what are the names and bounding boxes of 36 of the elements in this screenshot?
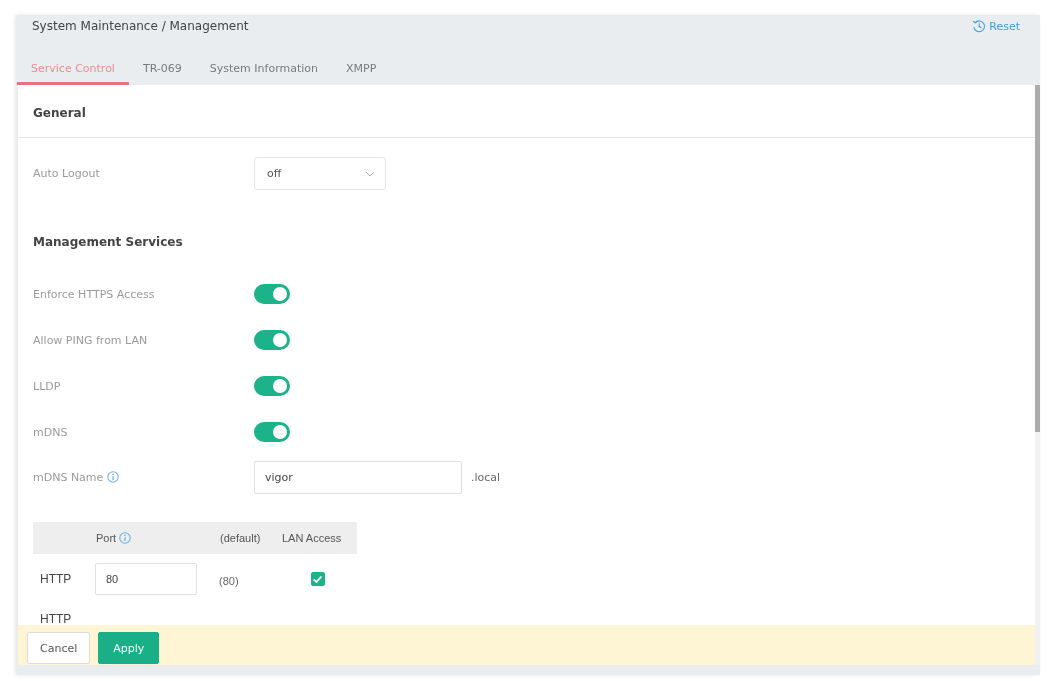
chevron-down-icon — [365, 170, 375, 177]
field-label: Allow PING from LAN — [33, 333, 148, 347]
checkmark-icon — [313, 575, 322, 583]
port-input[interactable]: 80 — [95, 563, 197, 595]
section-heading: General — [33, 106, 86, 120]
column-header: LAN Access — [282, 532, 342, 544]
scrollbar[interactable] — [1035, 85, 1040, 665]
field-label: mDNS — [33, 425, 68, 439]
auto-logout-select[interactable]: off — [254, 157, 386, 190]
section-heading: Management Services — [33, 235, 183, 249]
cancel-button[interactable]: Cancel — [27, 632, 91, 664]
toggle-switch[interactable] — [254, 422, 290, 442]
page-title: System Maintenance / Management — [32, 19, 249, 33]
toggle-switch[interactable] — [254, 284, 290, 304]
table-cell-text: HTTP — [39, 572, 73, 586]
tab[interactable]: TR-069 — [128, 55, 196, 85]
field-label: Auto Logout — [33, 167, 100, 180]
table-cell-text: HTTP — [39, 612, 73, 625]
toggle-switch[interactable] — [254, 376, 290, 396]
field-label: Enforce HTTPS Access — [33, 287, 155, 301]
field-suffix: .local — [471, 470, 501, 484]
table-cell-text: (80) — [218, 574, 239, 587]
info-icon[interactable] — [107, 471, 120, 483]
toggle-switch[interactable] — [254, 330, 290, 350]
tab[interactable]: System Information — [195, 55, 332, 85]
column-header: Port — [96, 532, 117, 544]
tab[interactable]: XMPP — [332, 55, 391, 85]
apply-button[interactable]: Apply — [98, 632, 160, 664]
field-label: LLDP — [33, 379, 61, 393]
text-input[interactable]: vigor — [254, 460, 462, 494]
clock-arrow-icon — [972, 19, 987, 33]
reset-link[interactable]: Reset — [972, 19, 1020, 33]
field-label: mDNS Name — [33, 470, 104, 484]
checkbox[interactable] — [310, 572, 325, 586]
info-icon[interactable] — [119, 532, 132, 544]
column-header: (default) — [220, 532, 261, 544]
